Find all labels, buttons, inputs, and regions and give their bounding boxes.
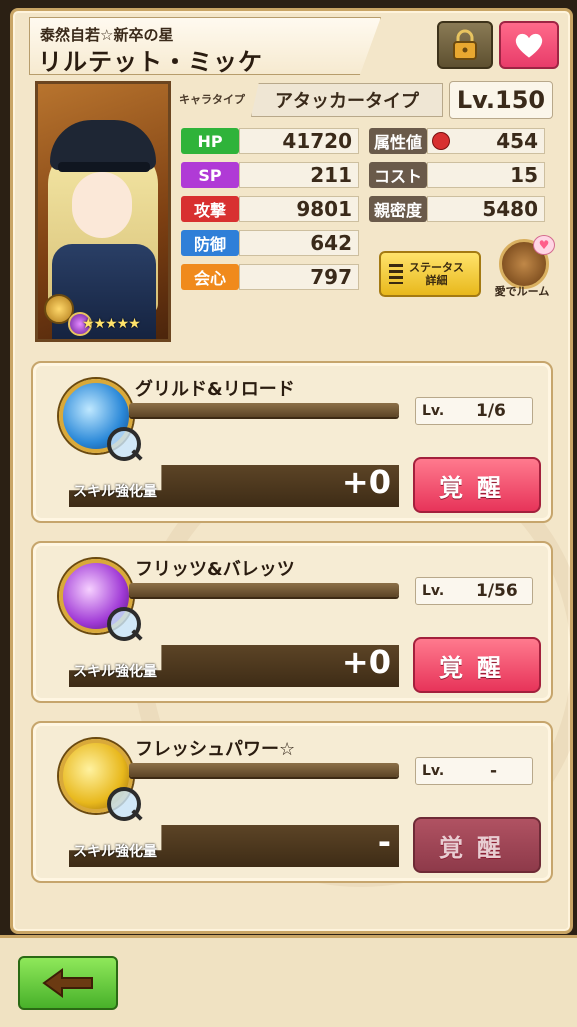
awaken-button[interactable]: 覚醒 [413, 637, 541, 693]
rarity-stars: ★★★★★ [82, 316, 141, 332]
stat-label: 属性値 [369, 128, 427, 154]
stat-cost: コスト 15 [369, 161, 545, 189]
skill-level-value: 1/56 [476, 581, 518, 601]
status-detail-button[interactable]: ステータス 詳細 [379, 251, 481, 297]
skill-bar [129, 583, 399, 597]
bottom-bar [0, 935, 577, 1027]
magnifier-icon[interactable] [107, 787, 141, 821]
fire-element-icon [432, 132, 450, 150]
skill-name: フリッツ&バレッツ [135, 559, 295, 580]
skill-level: Lv. - [415, 757, 533, 785]
stat-defense: 防御 642 [181, 229, 359, 257]
stat-label: 親密度 [369, 196, 427, 222]
stat-value: 797 [239, 264, 359, 290]
status-detail-line2: 詳細 [425, 274, 448, 287]
name-plate: 泰然自若☆新卒の星 リルテット・ミッケ [29, 17, 381, 75]
portrait-hat-visor [58, 162, 150, 172]
skill-bar [129, 403, 399, 417]
magnifier-icon[interactable] [107, 427, 141, 461]
back-arrow-icon [42, 968, 93, 998]
stat-label: 防御 [181, 230, 239, 256]
enhancement-value: +0 [341, 463, 391, 501]
stat-label: 会心 [181, 264, 239, 290]
character-name: リルテット・ミッケ [38, 48, 263, 76]
heart-icon [515, 33, 543, 58]
magnifier-icon[interactable] [107, 607, 141, 641]
enhancement-label: スキル強化量 [73, 484, 157, 500]
stat-value: 15 [427, 162, 545, 188]
skill-level-label: Lv. [422, 403, 445, 419]
list-icon [389, 264, 403, 284]
skill-level: Lv. 1/56 [415, 577, 533, 605]
attribute-value: 454 [496, 129, 538, 153]
stat-value: 41720 [239, 128, 359, 154]
portrait-face [72, 172, 132, 238]
character-level: Lv.150 [449, 81, 553, 119]
stat-value: 454 [427, 128, 545, 154]
stat-attack: 攻撃 9801 [181, 195, 359, 223]
status-detail-line1: ステータス [409, 261, 464, 274]
stat-value: 5480 [427, 196, 545, 222]
small-heart-icon: ♥ [533, 235, 555, 255]
stat-value: 642 [239, 230, 359, 256]
padlock-icon [453, 29, 477, 60]
character-type-value: アタッカータイプ [251, 83, 443, 117]
skill-level-value: 1/6 [476, 401, 506, 421]
stat-label: 攻撃 [181, 196, 239, 222]
skill-card-1: グリルド&リロード Lv. 1/6 スキル強化量 +0 覚醒 [31, 361, 553, 523]
stat-label: SP [181, 162, 239, 188]
skill-level: Lv. 1/6 [415, 397, 533, 425]
awaken-button-disabled: 覚醒 [413, 817, 541, 873]
stat-label: コスト [369, 162, 427, 188]
character-detail-panel: 泰然自若☆新卒の星 リルテット・ミッケ ★★★★★ キャラタイプ アタッカータイ… [10, 8, 573, 934]
room-button[interactable]: ♥ 愛でルーム [491, 235, 555, 298]
skill-level-label: Lv. [422, 763, 445, 779]
skill-card-2: フリッツ&バレッツ Lv. 1/56 スキル強化量 +0 覚醒 [31, 541, 553, 703]
skill-name: フレッシュパワー☆ [135, 739, 296, 760]
stat-critical: 会心 797 [181, 263, 359, 291]
skill-level-label: Lv. [422, 583, 445, 599]
skill-name: グリルド&リロード [135, 379, 295, 400]
stat-intimacy: 親密度 5480 [369, 195, 545, 223]
enhancement-label: スキル強化量 [73, 844, 157, 860]
skill-bar [129, 763, 399, 777]
stat-sp: SP 211 [181, 161, 359, 189]
enhancement-label: スキル強化量 [73, 664, 157, 680]
lock-button[interactable] [437, 21, 493, 69]
back-button[interactable] [18, 956, 118, 1010]
stat-value: 211 [239, 162, 359, 188]
stat-value: 9801 [239, 196, 359, 222]
skill-card-3: フレッシュパワー☆ Lv. - スキル強化量 - 覚醒 [31, 721, 553, 883]
enhancement-value: - [377, 823, 391, 861]
room-label: 愛でルーム [494, 285, 550, 298]
character-type-label: キャラタイプ [179, 93, 245, 106]
favorite-button[interactable] [499, 21, 559, 69]
awaken-button[interactable]: 覚醒 [413, 457, 541, 513]
screen-frame: 泰然自若☆新卒の星 リルテット・ミッケ ★★★★★ キャラタイプ アタッカータイ… [0, 0, 577, 1027]
skill-level-value: - [490, 761, 498, 781]
enhancement-value: +0 [341, 643, 391, 681]
character-portrait[interactable]: ★★★★★ [35, 81, 171, 342]
stat-attribute: 属性値 454 [369, 127, 545, 155]
stat-hp: HP 41720 [181, 127, 359, 155]
status-detail-label: ステータス 詳細 [409, 261, 464, 287]
stat-label: HP [181, 128, 239, 154]
